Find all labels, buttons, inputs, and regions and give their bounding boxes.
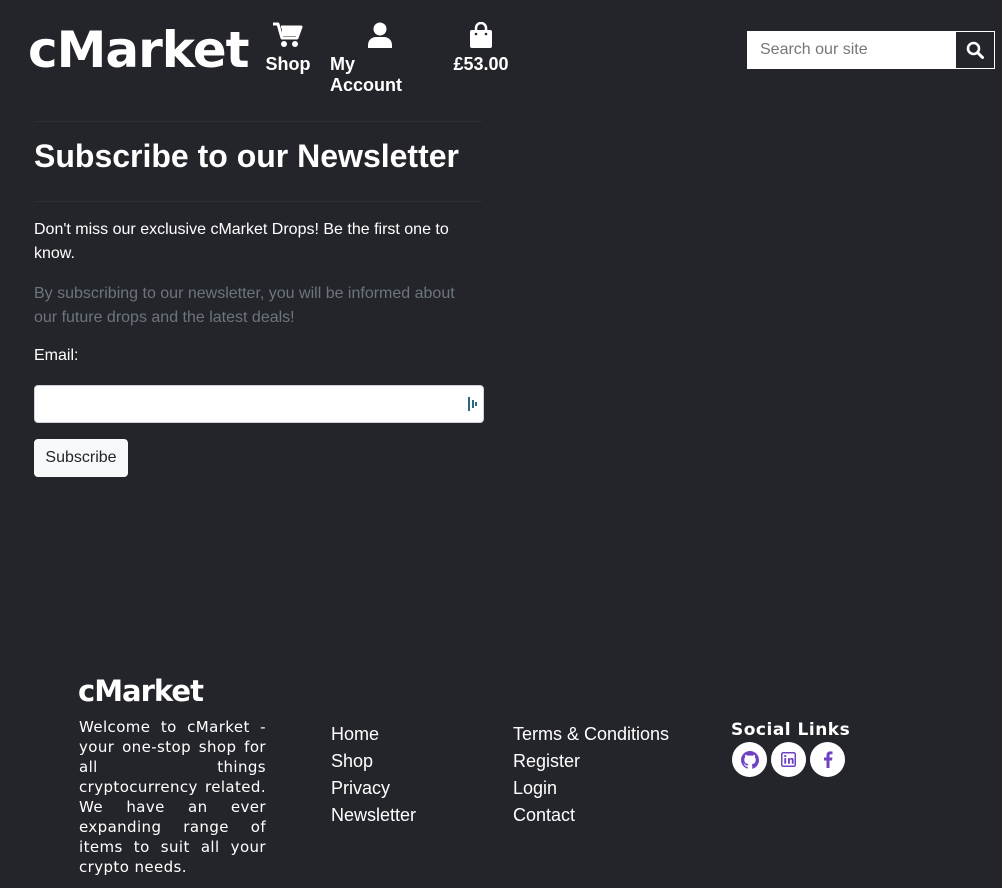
footer-link-privacy[interactable]: Privacy [331, 775, 416, 802]
footer-link-newsletter[interactable]: Newsletter [331, 802, 416, 829]
password-manager-icon[interactable] [466, 396, 478, 412]
footer-links-primary: Home Shop Privacy Newsletter [331, 721, 416, 829]
user-icon [368, 20, 392, 48]
nav-account-label: My Account [330, 54, 402, 95]
shopping-cart-icon [273, 20, 303, 48]
newsletter-description: By subscribing to our newsletter, you wi… [34, 285, 455, 326]
divider [34, 201, 482, 202]
github-icon [740, 750, 759, 769]
search-icon [966, 41, 984, 59]
footer-logo[interactable]: cMarket [78, 674, 204, 708]
footer-links-secondary: Terms & Conditions Register Login Contac… [513, 721, 669, 829]
nav-my-account[interactable]: My Account [330, 20, 430, 96]
email-label: Email: [34, 347, 79, 364]
nav-cart-total-label: £53.00 [453, 54, 509, 74]
nav-cart-total[interactable]: £53.00 [450, 20, 512, 75]
footer-link-contact[interactable]: Contact [513, 802, 669, 829]
linkedin-icon [781, 752, 796, 767]
site-logo[interactable]: cMarket [28, 22, 250, 78]
search-form [747, 31, 995, 69]
divider [34, 121, 482, 122]
shopping-bag-icon [470, 20, 492, 48]
search-button[interactable] [955, 32, 994, 68]
subscribe-button[interactable]: Subscribe [34, 439, 128, 477]
github-link[interactable] [732, 742, 767, 777]
search-input[interactable] [748, 32, 955, 68]
footer-link-register[interactable]: Register [513, 748, 669, 775]
footer-link-terms[interactable]: Terms & Conditions [513, 721, 669, 748]
footer-link-shop[interactable]: Shop [331, 748, 416, 775]
footer-link-login[interactable]: Login [513, 775, 669, 802]
footer-description: Welcome to cMarket - your one-stop shop … [79, 718, 266, 876]
nav-shop-label: Shop [265, 54, 311, 74]
facebook-icon [823, 751, 832, 768]
footer-link-home[interactable]: Home [331, 721, 416, 748]
facebook-link[interactable] [810, 742, 845, 777]
newsletter-lead: Don't miss our exclusive cMarket Drops! … [34, 221, 449, 262]
email-field[interactable] [34, 385, 484, 423]
nav-shop[interactable]: Shop [265, 20, 311, 75]
social-links-heading: Social Links [731, 720, 851, 740]
page-title: Subscribe to our Newsletter [34, 138, 459, 174]
linkedin-link[interactable] [771, 742, 806, 777]
